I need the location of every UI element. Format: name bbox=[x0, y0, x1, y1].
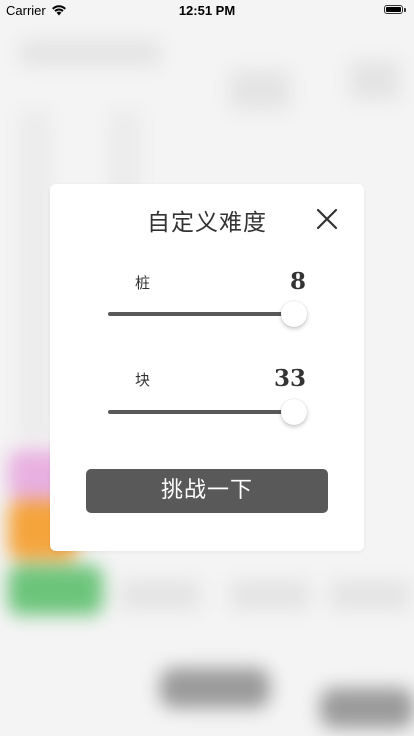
close-icon[interactable] bbox=[316, 208, 338, 230]
block-slider-thumb[interactable] bbox=[281, 399, 307, 425]
custom-difficulty-dialog: 自定义难度 桩 8 块 33 挑战一下 bbox=[50, 184, 364, 551]
pile-slider-track bbox=[108, 312, 294, 316]
challenge-button[interactable]: 挑战一下 bbox=[86, 469, 328, 513]
block-label: 块 bbox=[135, 371, 151, 389]
pile-slider-thumb[interactable] bbox=[281, 301, 307, 327]
pile-value: 8 bbox=[289, 268, 306, 295]
block-slider[interactable] bbox=[108, 397, 307, 427]
pile-slider[interactable] bbox=[108, 299, 307, 329]
status-bar: Carrier 12:51 PM bbox=[0, 0, 414, 20]
block-slider-track bbox=[108, 410, 294, 414]
block-value: 33 bbox=[273, 365, 306, 392]
pile-label: 桩 bbox=[135, 274, 151, 292]
status-time: 12:51 PM bbox=[178, 3, 236, 18]
battery-icon bbox=[384, 5, 406, 15]
